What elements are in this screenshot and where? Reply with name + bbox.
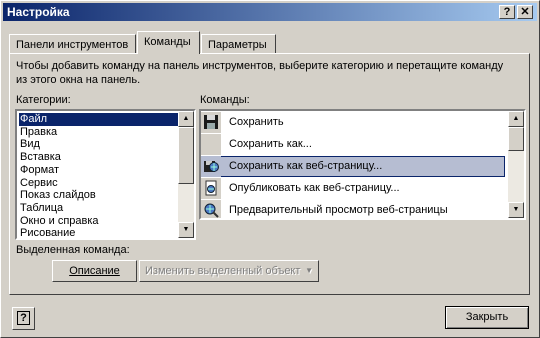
category-item[interactable]: Вставка: [19, 151, 175, 164]
command-item[interactable]: Сохранить как...: [201, 134, 505, 155]
help-icon: ?: [17, 311, 30, 325]
command-label: Сохранить как веб-страницу...: [229, 160, 383, 172]
help-button[interactable]: ?: [12, 307, 35, 330]
commands-label: Команды:: [200, 94, 250, 106]
title-bar[interactable]: Настройка ? ✕: [3, 3, 537, 21]
save-icon: [201, 112, 221, 133]
command-label: Сохранить как...: [229, 138, 312, 150]
web-preview-icon: [201, 200, 221, 218]
commands-list[interactable]: Сохранить Сохранить как... Сохранить как в…: [199, 109, 526, 220]
command-item[interactable]: Опубликовать как веб-страницу...: [201, 178, 505, 199]
close-title-button[interactable]: ✕: [517, 5, 533, 19]
close-button[interactable]: Закрыть: [445, 306, 529, 329]
save-web-icon: [201, 156, 221, 177]
command-label: Предварительный просмотр веб-страницы: [229, 204, 448, 216]
command-label: Сохранить: [229, 116, 284, 128]
modify-selection-label: Изменить выделенный объект: [145, 265, 301, 277]
close-button-label: Закрыть: [465, 311, 509, 323]
category-item[interactable]: Сервис: [19, 177, 175, 190]
category-item[interactable]: Таблица: [19, 202, 175, 215]
command-item[interactable]: Сохранить как веб-страницу...: [201, 156, 505, 177]
tab-options[interactable]: Параметры: [201, 34, 276, 54]
scroll-down-icon[interactable]: ▼: [508, 202, 524, 218]
tab-commands[interactable]: Команды: [137, 31, 200, 54]
categories-list[interactable]: Файл Правка Вид Вставка Формат Сервис Показ сл…: [15, 109, 196, 240]
command-item[interactable]: Сохранить: [201, 112, 505, 133]
scroll-down-icon[interactable]: ▼: [178, 222, 194, 238]
scroll-up-icon[interactable]: ▲: [178, 111, 194, 127]
command-item[interactable]: Предварительный просмотр веб-страницы: [201, 200, 505, 218]
blank-icon-slot: [201, 134, 221, 155]
dropdown-arrow-icon: ▼: [305, 266, 313, 275]
category-item[interactable]: Формат: [19, 164, 175, 177]
customize-dialog: Настройка ? ✕ Панели инструментов Команд…: [0, 0, 540, 338]
publish-web-icon: [201, 178, 221, 199]
category-item[interactable]: Рисование: [19, 227, 175, 238]
intro-text: Чтобы добавить команду на панель инструм…: [16, 60, 504, 86]
scroll-thumb[interactable]: [178, 127, 194, 184]
category-item[interactable]: Правка: [19, 126, 175, 139]
scroll-thumb[interactable]: [508, 127, 524, 151]
description-button[interactable]: Описание: [52, 260, 137, 282]
help-title-button[interactable]: ?: [499, 5, 515, 19]
category-item[interactable]: Окно и справка: [19, 215, 175, 228]
description-button-label: Описание: [69, 265, 120, 277]
commands-scrollbar[interactable]: ▲ ▼: [508, 111, 524, 218]
selected-command-label: Выделенная команда:: [16, 244, 130, 256]
command-label: Опубликовать как веб-страницу...: [229, 182, 400, 194]
modify-selection-button[interactable]: Изменить выделенный объект ▼: [139, 260, 319, 282]
category-item[interactable]: Вид: [19, 138, 175, 151]
categories-label: Категории:: [16, 94, 71, 106]
category-item[interactable]: Файл: [19, 113, 178, 126]
scroll-up-icon[interactable]: ▲: [508, 111, 524, 127]
category-item[interactable]: Показ слайдов: [19, 189, 175, 202]
window-title: Настройка: [7, 5, 70, 19]
tab-toolbars[interactable]: Панели инструментов: [9, 34, 136, 54]
categories-scrollbar[interactable]: ▲ ▼: [178, 111, 194, 238]
